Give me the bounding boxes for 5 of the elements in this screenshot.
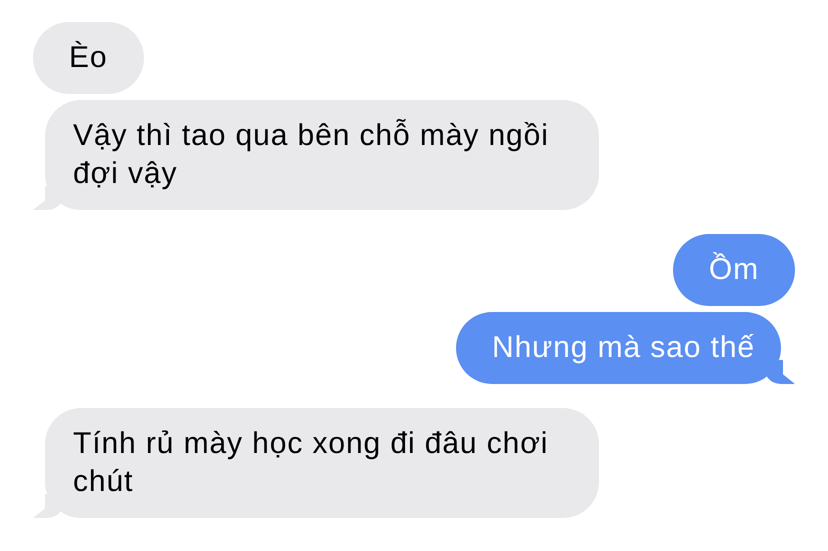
- message-bubble: Èo: [33, 22, 144, 94]
- message-bubble: Tính rủ mày học xong đi đâu chơi chút: [33, 408, 599, 518]
- message-bubble: Vậy thì tao qua bên chỗ mày ngồi đợi vậy: [33, 100, 599, 210]
- message-bubble: Nhưng mà sao thế: [456, 312, 795, 384]
- message-bubble: Ồm: [672, 234, 795, 306]
